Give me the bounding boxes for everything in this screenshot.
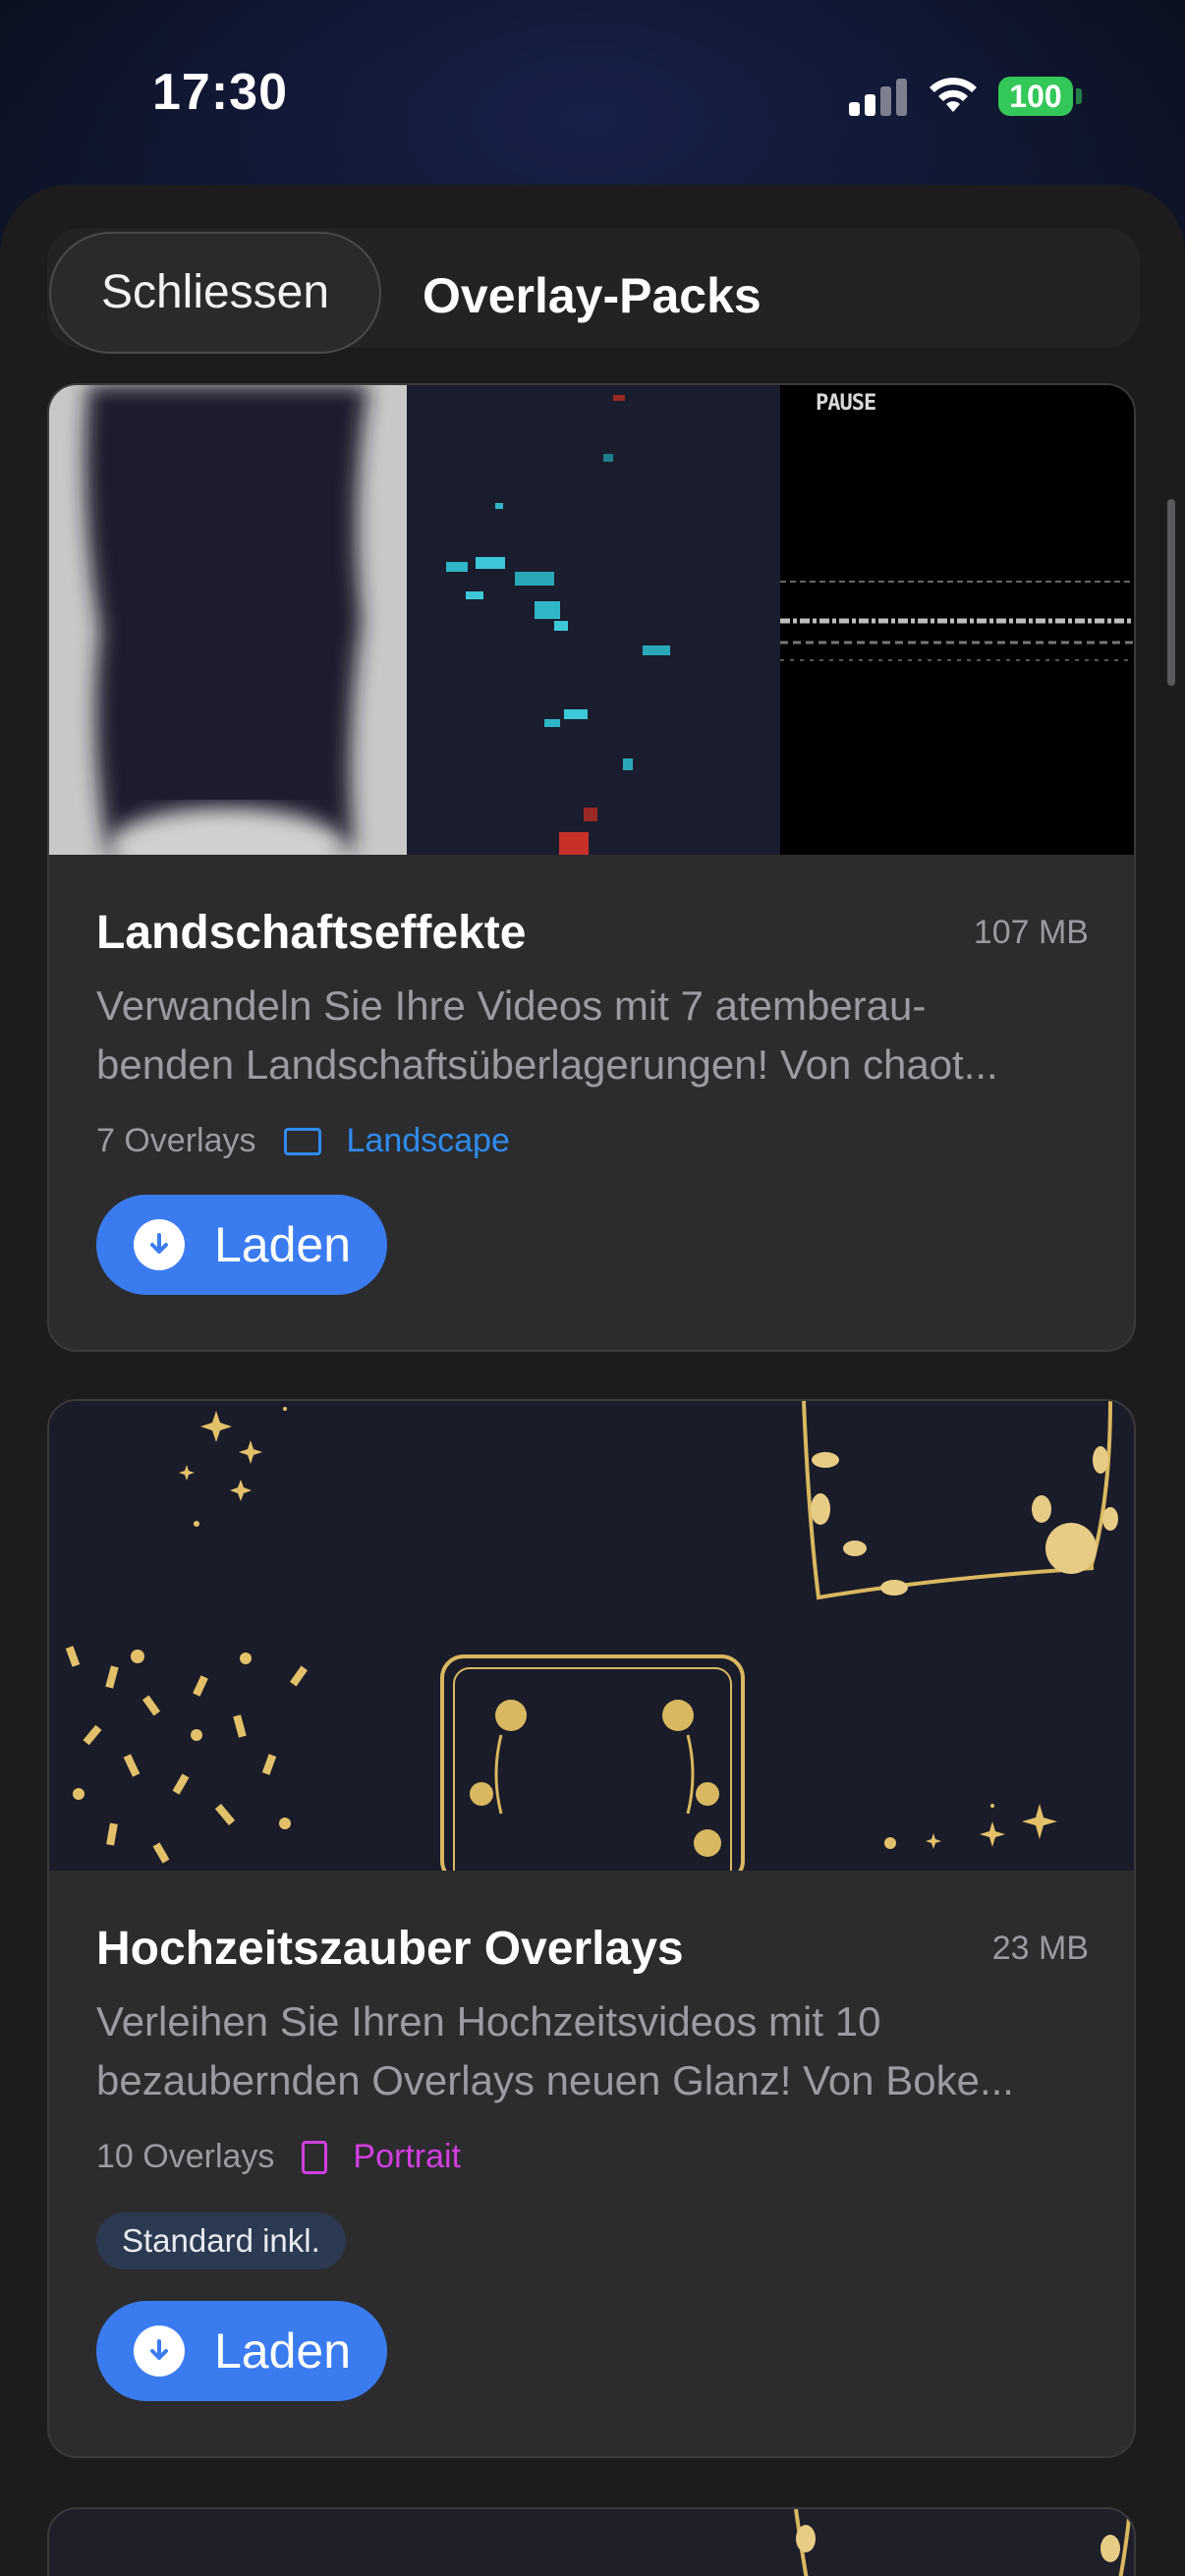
pack-thumbnails: PAUSE <box>49 385 1134 855</box>
pack-size: 23 MB <box>991 1930 1089 1967</box>
next-card-thumbnail-art <box>794 2509 1132 2576</box>
pack-description-line: benden Landschaftsüberlagerungen! Von ch… <box>96 1041 998 1088</box>
landscape-icon <box>283 1127 321 1155</box>
thumbnail-frame-overlay <box>49 385 407 855</box>
pack-meta: 10 Overlays Portrait <box>96 2138 461 2176</box>
battery-indicator: 100 <box>998 77 1073 116</box>
pack-description-line: Verwandeln Sie Ihre Videos mit 7 atember… <box>96 982 927 1029</box>
load-button[interactable]: Laden <box>96 1195 387 1295</box>
wedding-thumbnails-art <box>65 1401 1118 1871</box>
download-arrow-icon <box>134 1219 185 1270</box>
overlay-packs-sheet: Schliessen Overlay-Packs PAUSE Landschaf… <box>0 185 1185 2576</box>
pack-description-line: Verleihen Sie Ihren Hochzeitsvideos mit … <box>96 1998 881 2044</box>
pack-size: 107 MB <box>973 914 1089 951</box>
included-badge: Standard inkl. <box>96 2212 346 2269</box>
pack-card-landschaftseffekte[interactable]: PAUSE Landschaftseffekte 107 MB Verwande… <box>47 383 1136 1352</box>
sheet-title: Overlay-Packs <box>423 268 762 323</box>
pack-title: Hochzeitszauber Overlays <box>96 1923 684 1975</box>
pack-description: Verleihen Sie Ihren Hochzeitsvideos mit … <box>96 1992 1089 2110</box>
pack-thumbnails <box>49 1401 1134 1871</box>
wifi-icon <box>930 78 977 112</box>
load-button[interactable]: Laden <box>96 2301 387 2401</box>
load-button-label: Laden <box>214 2324 352 2379</box>
portrait-icon <box>302 2140 328 2174</box>
battery-tip <box>1076 88 1082 104</box>
scrollbar[interactable] <box>1167 499 1175 686</box>
orientation-label: Portrait <box>353 2138 461 2175</box>
status-time: 17:30 <box>152 64 288 121</box>
pack-meta: 7 Overlays Landscape <box>96 1122 510 1160</box>
overlay-count: 7 Overlays <box>96 1122 256 1159</box>
overlay-count: 10 Overlays <box>96 2138 275 2175</box>
pack-title: Landschaftseffekte <box>96 907 527 959</box>
close-button[interactable]: Schliessen <box>49 232 381 354</box>
pack-card-next-partial[interactable] <box>47 2507 1136 2576</box>
pack-description-line: bezaubernden Overlays neuen Glanz! Von B… <box>96 2057 1014 2103</box>
orientation-label: Landscape <box>346 1122 510 1159</box>
status-bar: 17:30 100 <box>0 0 1185 187</box>
load-button-label: Laden <box>214 1217 352 1272</box>
download-arrow-icon <box>134 2325 185 2377</box>
pack-card-hochzeitszauber[interactable]: Hochzeitszauber Overlays 23 MB Verleihen… <box>47 1399 1136 2458</box>
cellular-signal-icon <box>849 77 908 116</box>
thumbnail-vhs-overlay: PAUSE <box>780 385 1134 855</box>
pack-description: Verwandeln Sie Ihre Videos mit 7 atember… <box>96 977 1089 1094</box>
thumbnail-glitch-overlay <box>407 385 780 855</box>
